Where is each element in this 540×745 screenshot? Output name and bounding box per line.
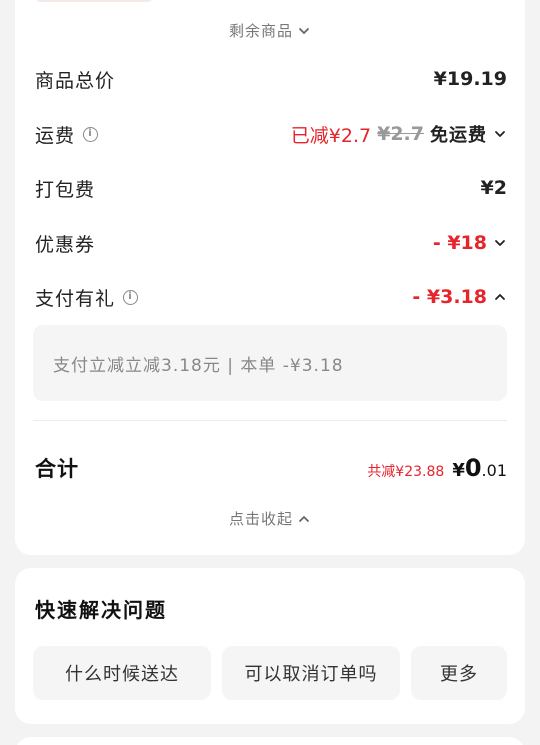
- pay-gift-detail-box: 支付立减立减3.18元 | 本单 -¥3.18: [33, 325, 507, 401]
- goods-total-row: 商品总价 ¥19.19: [35, 61, 507, 97]
- help-chip-more[interactable]: 更多: [411, 646, 507, 700]
- quick-help-title: 快速解决问题: [35, 598, 167, 622]
- remaining-items-label: 剩余商品: [228, 22, 293, 40]
- total-currency: ¥: [452, 460, 465, 481]
- total-decimal: .01: [481, 461, 507, 480]
- pay-gift-value: - ¥3.18: [412, 286, 487, 308]
- pay-gift-detail-text: 支付立减立减3.18元 | 本单 -¥3.18: [53, 355, 344, 376]
- total-label: 合计: [35, 457, 79, 481]
- divider: [33, 420, 507, 421]
- delivery-fee-label: 运费: [35, 124, 76, 147]
- goods-total-label: 商品总价: [35, 69, 116, 92]
- help-chip-label: 可以取消订单吗: [244, 664, 378, 685]
- quick-help-card: 快速解决问题 什么时候送达 可以取消订单吗 更多: [15, 568, 525, 724]
- coupon-label: 优惠券: [35, 233, 96, 256]
- order-summary-card: 剩余商品 商品总价 ¥19.19 运费 i 已减¥2.7 ¥2.7 免运费 打包…: [15, 0, 525, 555]
- delivery-original-price: ¥2.7: [377, 123, 424, 145]
- coupon-value: - ¥18: [432, 232, 487, 254]
- info-icon[interactable]: i: [123, 289, 139, 305]
- pay-gift-row[interactable]: 支付有礼 i - ¥3.18: [35, 279, 507, 315]
- help-chip-delivery-time[interactable]: 什么时候送达: [33, 646, 211, 700]
- chevron-down-icon: [493, 127, 507, 141]
- delivery-reduced: 已减¥2.7: [290, 124, 372, 147]
- coupon-row[interactable]: 优惠券 - ¥18: [35, 225, 507, 261]
- collapse-label: 点击收起: [228, 510, 293, 528]
- info-icon[interactable]: i: [83, 126, 99, 142]
- free-delivery-label: 免运费: [430, 125, 487, 146]
- chevron-down-icon: [493, 236, 507, 250]
- goods-total-value: ¥19.19: [433, 68, 507, 90]
- product-thumbnail-peek: [35, 0, 153, 2]
- chevron-up-icon: [493, 290, 507, 304]
- chevron-down-icon: [297, 24, 311, 38]
- next-card-peek: [15, 737, 525, 745]
- packing-fee-row: 打包费 ¥2: [35, 170, 507, 206]
- total-saved: 共减¥23.88: [367, 464, 445, 480]
- chevron-up-icon: [297, 512, 311, 526]
- total-amount: ¥ 0 .01: [452, 454, 507, 482]
- total-integer: 0: [464, 454, 482, 482]
- remaining-items-toggle[interactable]: 剩余商品: [15, 20, 525, 41]
- collapse-toggle[interactable]: 点击收起: [15, 508, 525, 529]
- packing-fee-value: ¥2: [480, 177, 507, 199]
- delivery-fee-row[interactable]: 运费 i 已减¥2.7 ¥2.7 免运费: [35, 116, 507, 152]
- help-chip-label: 更多: [440, 664, 478, 685]
- help-chip-label: 什么时候送达: [65, 664, 179, 685]
- total-row: 合计 共减¥23.88 ¥ 0 .01: [35, 448, 507, 488]
- help-chip-cancel-order[interactable]: 可以取消订单吗: [222, 646, 400, 700]
- packing-fee-label: 打包费: [35, 178, 96, 201]
- pay-gift-label: 支付有礼: [35, 287, 116, 310]
